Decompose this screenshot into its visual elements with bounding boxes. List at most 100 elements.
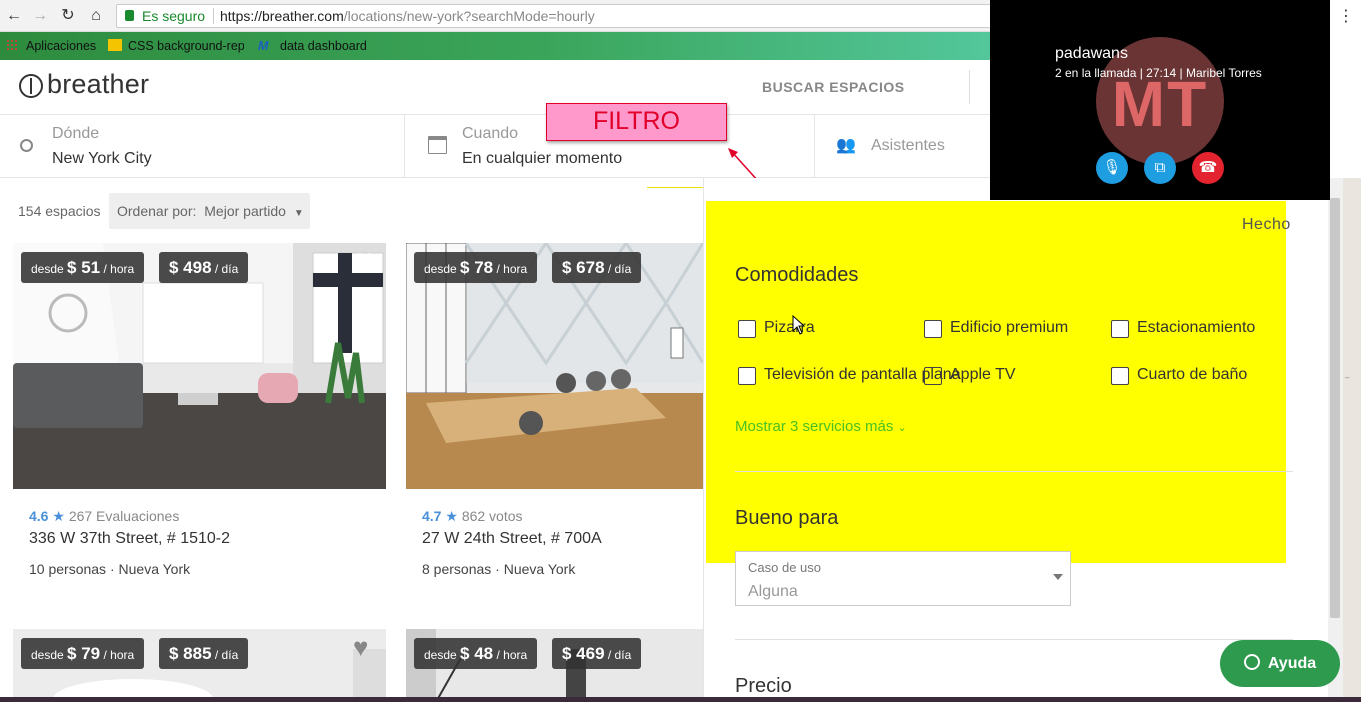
forward-icon[interactable]: → <box>30 6 50 26</box>
done-button[interactable]: Hecho <box>1242 216 1291 234</box>
microphone-icon[interactable]: 🎙 <box>1096 152 1128 184</box>
site-header: breather BUSCAR ESPACIOS <box>0 60 990 115</box>
url-path: /locations/new-york?searchMode=hourly <box>343 8 595 24</box>
where-label: Dónde <box>52 125 100 142</box>
checkbox-label: Apple TV <box>950 366 1016 383</box>
listing-card[interactable]: desde $ 78 / hora $ 678 / día 4.7 ★ 862 … <box>406 243 703 577</box>
lock-icon <box>125 10 134 21</box>
checkbox-label: Estacionamiento <box>1137 319 1256 336</box>
where-value: New York City <box>52 150 152 167</box>
use-case-select[interactable]: Caso de uso Alguna <box>735 551 1071 606</box>
bookmark-data-dashboard[interactable]: Mdata dashboard <box>258 38 367 54</box>
people-icon: 👥 <box>836 137 856 154</box>
bookmark-css[interactable]: CSS background-repe <box>108 38 244 54</box>
daily-price-tag: $ 469 / día <box>552 638 642 669</box>
logo-text[interactable]: breather <box>47 69 149 100</box>
w3-icon <box>108 39 122 51</box>
url-divider <box>213 8 214 24</box>
filter-annotation-label: FILTRO <box>546 103 727 141</box>
checkbox-label: Cuarto de baño <box>1137 366 1248 383</box>
daily-price-tag: $ 498 / día <box>159 252 249 283</box>
listing-title[interactable]: 27 W 24th Street, # 700A <box>422 530 602 548</box>
listing-card[interactable]: desde $ 48 / hora $ 469 / día <box>406 629 703 702</box>
checkbox[interactable] <box>1111 320 1129 338</box>
use-case-value: Alguna <box>748 583 798 600</box>
section-divider <box>735 471 1293 472</box>
hang-up-icon[interactable]: ☎ <box>1192 152 1224 184</box>
when-value: En cualquier momento <box>462 150 623 167</box>
bookmark-label: CSS background-repe <box>128 39 244 53</box>
heart-icon[interactable]: ♥ <box>353 634 368 660</box>
sort-dropdown[interactable]: Ordenar por: Mejor partido ▼ <box>109 193 310 229</box>
show-more-label: Mostrar 3 servicios más <box>735 418 894 435</box>
daily-price-tag: $ 885 / día <box>159 638 249 669</box>
bookmark-apps[interactable]: Aplicaciones <box>6 38 96 54</box>
show-more-amenities-link[interactable]: Mostrar 3 servicios más ⌄ <box>735 418 907 435</box>
checkbox[interactable] <box>1111 367 1129 385</box>
sort-label: Ordenar por: <box>117 203 197 219</box>
m-logo-icon: M <box>258 39 269 53</box>
checkbox[interactable] <box>738 320 756 338</box>
chevron-down-icon: ▼ <box>293 208 304 219</box>
checkbox-label: Pizarra <box>764 319 815 336</box>
home-icon[interactable]: ⌂ <box>86 6 106 26</box>
mouse-cursor-icon <box>792 315 806 335</box>
map-label: – <box>1345 373 1350 382</box>
star-icon: ★ <box>441 508 462 524</box>
where-field[interactable]: Dónde New York City <box>0 115 405 178</box>
star-icon: ★ <box>48 508 69 524</box>
scrollbar-thumb[interactable] <box>1330 198 1340 618</box>
search-bar: Dónde New York City Cuando En cualquier … <box>0 115 990 178</box>
map-strip[interactable]: – <box>1343 178 1361 702</box>
chevron-down-icon: ⌄ <box>897 422 907 434</box>
hourly-price-tag: desde $ 78 / hora <box>414 252 538 283</box>
reload-icon[interactable]: ↻ <box>58 6 78 26</box>
daily-price-tag: $ 678 / día <box>552 252 642 283</box>
more-menu-icon[interactable]: ⋮ <box>1338 6 1354 26</box>
search-icon <box>20 139 33 152</box>
skype-call-window: MT padawans 2 en la llamada | 27:14 | Ma… <box>990 0 1330 200</box>
listing-card[interactable]: desde $ 51 / hora $ 498 / día ♡ 4.6 ★ 26… <box>13 243 386 577</box>
hourly-price-tag: desde $ 48 / hora <box>414 638 538 669</box>
guests-field[interactable]: 👥 Asistentes <box>816 115 990 178</box>
amenities-title: Comodidades <box>735 264 859 286</box>
window-controls: ⋮ <box>1330 0 1361 178</box>
help-label: Ayuda <box>1267 655 1317 672</box>
breather-logo-icon[interactable] <box>19 74 43 98</box>
listing-title[interactable]: 336 W 37th Street, # 1510-2 <box>29 530 230 548</box>
section-divider <box>735 639 1293 640</box>
listing-card[interactable]: desde $ 79 / hora $ 885 / día ♥ <box>13 629 386 702</box>
switch-window-icon[interactable]: ⧉ <box>1144 152 1176 184</box>
calendar-icon <box>428 136 447 154</box>
url-domain: https://breather.com <box>220 8 344 24</box>
guests-label: Asistentes <box>871 137 945 154</box>
apps-grid-icon <box>6 39 18 51</box>
checkbox[interactable] <box>924 367 942 385</box>
heart-icon[interactable]: ♡ <box>353 250 376 276</box>
checkbox[interactable] <box>924 320 942 338</box>
chat-bubble-icon <box>1243 654 1260 670</box>
taskbar-strip <box>0 697 1361 702</box>
listing-meta: 10 personas · Nueva York <box>29 561 191 577</box>
bookmark-label: data dashboard <box>280 39 367 53</box>
checkbox-label: Edificio premium <box>950 319 1069 336</box>
good-for-title: Bueno para <box>735 507 839 529</box>
header-divider <box>969 70 970 104</box>
chevron-down-icon <box>1053 574 1063 580</box>
listing-meta: 8 personas · Nueva York <box>422 561 576 577</box>
nav-search-spaces[interactable]: BUSCAR ESPACIOS <box>762 79 905 95</box>
back-icon[interactable]: ← <box>4 6 24 26</box>
when-label: Cuando <box>462 125 519 142</box>
call-contact-name: padawans <box>1055 45 1128 62</box>
call-info: 2 en la llamada | 27:14 | Maribel Torres <box>1055 66 1262 80</box>
bookmark-label: Aplicaciones <box>26 39 97 53</box>
results-count: 154 espacios <box>18 203 101 219</box>
url-field[interactable]: Es seguro https://breather.com/locations… <box>116 4 996 28</box>
listing-rating: 4.7 ★ 862 votos <box>422 508 523 524</box>
sort-value: Mejor partido <box>204 203 286 219</box>
scrollbar[interactable] <box>1328 178 1343 702</box>
price-title: Precio <box>735 675 792 697</box>
checkbox[interactable] <box>738 367 756 385</box>
listing-rating: 4.6 ★ 267 Evaluaciones <box>29 508 180 524</box>
help-button[interactable]: Ayuda <box>1220 640 1340 687</box>
